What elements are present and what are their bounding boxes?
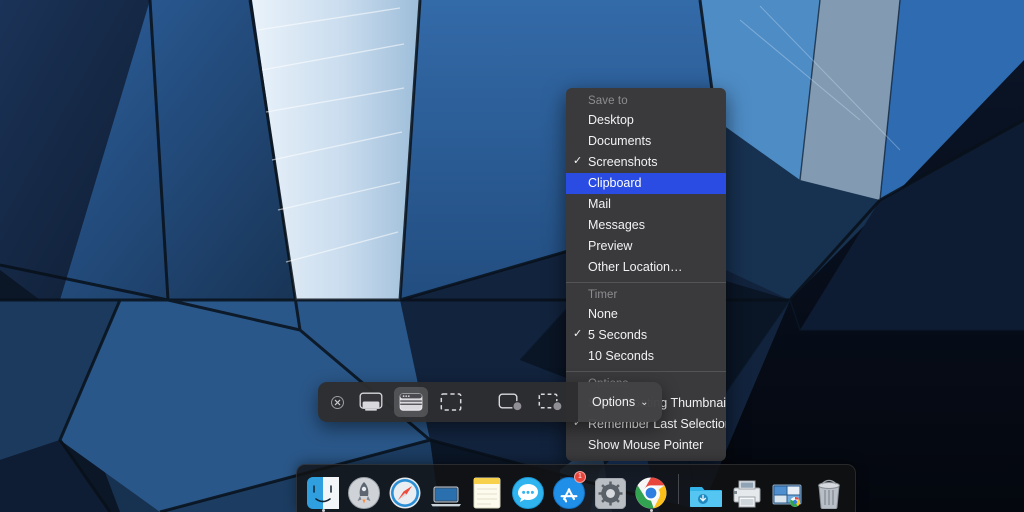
dock-item-downloads-folder[interactable] bbox=[687, 469, 725, 512]
options-button[interactable]: Options ⌄ bbox=[578, 382, 662, 422]
menu-item-label: Messages bbox=[588, 218, 645, 232]
chrome-icon bbox=[635, 477, 667, 509]
checkmark-icon: ✓ bbox=[573, 153, 582, 170]
notes-icon bbox=[473, 477, 501, 509]
dock-divider bbox=[678, 474, 679, 504]
capture-entire-screen-button[interactable] bbox=[354, 387, 388, 417]
dock-item-chrome[interactable] bbox=[632, 469, 670, 512]
menu-item-label: None bbox=[588, 307, 618, 321]
menu-item-label: Other Location… bbox=[588, 260, 683, 274]
menu-separator bbox=[566, 282, 726, 283]
chevron-down-icon: ⌄ bbox=[640, 397, 648, 408]
screen-icon bbox=[359, 392, 383, 412]
menu-item-preview[interactable]: Preview bbox=[566, 236, 726, 257]
menu-item-none[interactable]: None bbox=[566, 304, 726, 325]
menu-item-label: Clipboard bbox=[588, 176, 642, 190]
laptop-icon bbox=[430, 483, 462, 509]
launchpad-icon bbox=[348, 477, 380, 509]
menu-separator bbox=[566, 371, 726, 372]
options-button-label: Options bbox=[592, 395, 635, 409]
checkmark-icon: ✓ bbox=[573, 326, 582, 343]
printer-icon bbox=[732, 479, 762, 509]
menu-item-mail[interactable]: Mail bbox=[566, 194, 726, 215]
capture-selected-window-button[interactable] bbox=[394, 387, 428, 417]
dock[interactable]: 1 bbox=[296, 464, 856, 512]
menu-item-label: 10 Seconds bbox=[588, 349, 654, 363]
folder-icon bbox=[690, 481, 722, 509]
dock-item-launchpad[interactable] bbox=[345, 469, 383, 512]
menu-item-other-location[interactable]: Other Location… bbox=[566, 257, 726, 278]
menu-item-label: Show Mouse Pointer bbox=[588, 438, 703, 452]
menu-item-label: Mail bbox=[588, 197, 611, 211]
dock-item-notes[interactable] bbox=[468, 469, 506, 512]
capture-toolbar-tools bbox=[318, 382, 578, 422]
menu-item-label: 5 Seconds bbox=[588, 328, 647, 342]
close-icon bbox=[331, 396, 344, 409]
dock-item-messages[interactable] bbox=[509, 469, 547, 512]
window-icon bbox=[399, 392, 423, 412]
screenshot-capture-toolbar[interactable]: Options ⌄ bbox=[318, 382, 662, 422]
record-entire-screen-button[interactable] bbox=[494, 387, 528, 417]
desktop-screen: Save to Desktop Documents ✓ Screenshots Clipb… bbox=[0, 0, 1024, 512]
dock-item-system-preferences[interactable] bbox=[591, 469, 629, 512]
dock-item-trash[interactable] bbox=[810, 469, 848, 512]
desktop-wallpaper bbox=[0, 0, 1024, 512]
menu-item-documents[interactable]: Documents bbox=[566, 131, 726, 152]
menu-item-label: Documents bbox=[588, 134, 651, 148]
safari-icon bbox=[389, 477, 421, 509]
dock-item-screenshots-stack[interactable] bbox=[769, 469, 807, 512]
close-button[interactable] bbox=[326, 387, 348, 417]
menu-item-screenshots[interactable]: ✓ Screenshots bbox=[566, 152, 726, 173]
gear-icon bbox=[595, 478, 626, 509]
menu-section-header: Timer bbox=[566, 286, 726, 304]
menu-section-header: Save to bbox=[566, 92, 726, 110]
menu-item-label: Preview bbox=[588, 239, 632, 253]
menu-item-5-seconds[interactable]: ✓ 5 Seconds bbox=[566, 325, 726, 346]
finder-icon bbox=[307, 477, 339, 509]
dock-item-finder[interactable] bbox=[304, 469, 342, 512]
capture-selected-portion-button[interactable] bbox=[434, 387, 468, 417]
dock-item-screen-sharing[interactable] bbox=[427, 469, 465, 512]
dock-item-app-store[interactable]: 1 bbox=[550, 469, 588, 512]
app-store-badge: 1 bbox=[574, 471, 586, 483]
record-portion-icon bbox=[538, 392, 564, 412]
menu-item-10-seconds[interactable]: 10 Seconds bbox=[566, 346, 726, 367]
record-screen-icon bbox=[498, 392, 524, 412]
record-selected-portion-button[interactable] bbox=[534, 387, 568, 417]
dock-item-printer[interactable] bbox=[728, 469, 766, 512]
wallpaper-artwork bbox=[0, 0, 1024, 512]
menu-item-label: Desktop bbox=[588, 113, 634, 127]
menu-item-desktop[interactable]: Desktop bbox=[566, 110, 726, 131]
menu-item-show-mouse-pointer[interactable]: Show Mouse Pointer bbox=[566, 435, 726, 456]
selection-icon bbox=[440, 392, 462, 412]
menu-item-label: Screenshots bbox=[588, 155, 657, 169]
documents-icon bbox=[772, 483, 804, 509]
menu-item-clipboard[interactable]: Clipboard bbox=[566, 173, 726, 194]
messages-icon bbox=[512, 477, 544, 509]
menu-item-messages[interactable]: Messages bbox=[566, 215, 726, 236]
trash-icon bbox=[815, 479, 843, 509]
dock-item-safari[interactable] bbox=[386, 469, 424, 512]
